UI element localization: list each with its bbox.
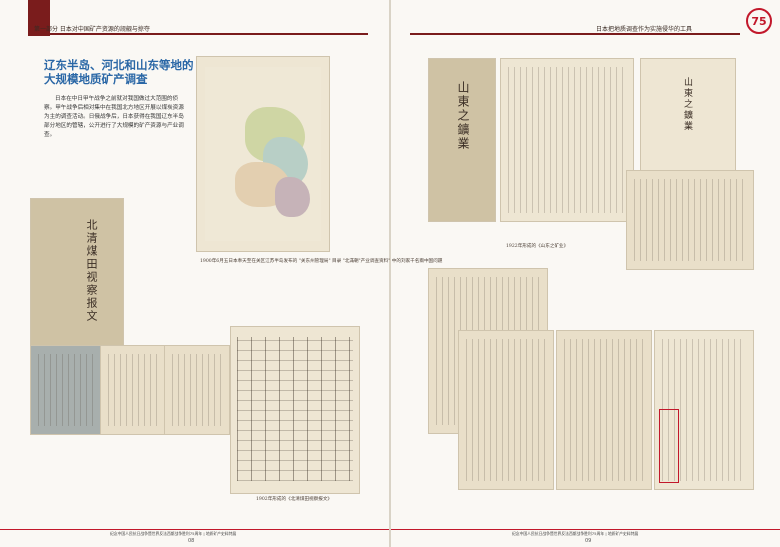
coal-report-table-image [230, 326, 360, 494]
shandong-book-cover-image: 山東之鑛業 [428, 58, 496, 222]
pamphlet-title: 山東之鑛業 [682, 77, 692, 132]
book-cover-title: 北清煤田视察报文 [85, 219, 98, 323]
text-lines [172, 354, 222, 426]
footer-right-text: 纪念中国人民抗日战争暨世界反法西斯战争胜利75周年 | 地质矿产史料特展 [512, 531, 639, 536]
table-grid [237, 337, 353, 481]
map-sheet [205, 67, 321, 241]
anniversary-logo-icon: 75 [746, 8, 772, 34]
footer-right-rule [391, 529, 780, 530]
document-page-image [164, 345, 230, 435]
header-left-text: 第一部分 日本对中国矿产资源的觊觎与掠夺 [34, 26, 150, 33]
header-left-rule [28, 33, 368, 35]
document-page-image [626, 170, 754, 270]
document-page-image [30, 345, 102, 435]
header-right-rule [410, 33, 740, 35]
article-body: 日本在中日甲午战争之前就对我国做过大范围的侦察。甲午战争后相对集中在我国北方地区… [44, 96, 184, 138]
footer-left-rule [0, 529, 389, 530]
table-caption: 1902年形成的《北清煤田视察报文》 [256, 497, 333, 502]
left-page-number: 08 [188, 538, 195, 544]
shandong-caption: 1922年形成的《山东之矿业》 [506, 244, 569, 249]
document-page-image [654, 330, 754, 490]
text-lines [508, 67, 626, 213]
shandong-document-image [500, 58, 634, 222]
book-cover-image: 北清煤田视察报文 [30, 198, 124, 346]
text-lines [564, 339, 644, 481]
text-lines [38, 354, 94, 426]
header-right-text: 日本把地质调查作为实施侵华的工具 [596, 26, 693, 33]
highlight-box [659, 409, 679, 483]
document-page-image [100, 345, 165, 435]
map-caption: 1900年6月五日本奉天至在关区江苏半岛发布的 "关东州管理局" 目录 "北滿朝… [200, 259, 443, 264]
footer-left-text: 纪念中国人民抗日战争暨世界反法西斯战争胜利75周年 | 地质矿产史料特展 [110, 531, 237, 536]
map-region [275, 177, 310, 217]
text-lines [466, 339, 546, 481]
article-title: 辽东半岛、河北和山东等地的大规模地质矿产调查 [44, 58, 194, 86]
text-lines [634, 179, 746, 261]
book-spine [389, 0, 391, 547]
text-lines [108, 354, 157, 426]
document-page-image [556, 330, 652, 490]
right-page-number: 09 [585, 538, 592, 544]
survey-map-image [196, 56, 330, 252]
document-page-image [458, 330, 554, 490]
shandong-book-title: 山東之鑛業 [456, 81, 470, 151]
pamphlet-cover-image: 山東之鑛業 [640, 58, 736, 184]
